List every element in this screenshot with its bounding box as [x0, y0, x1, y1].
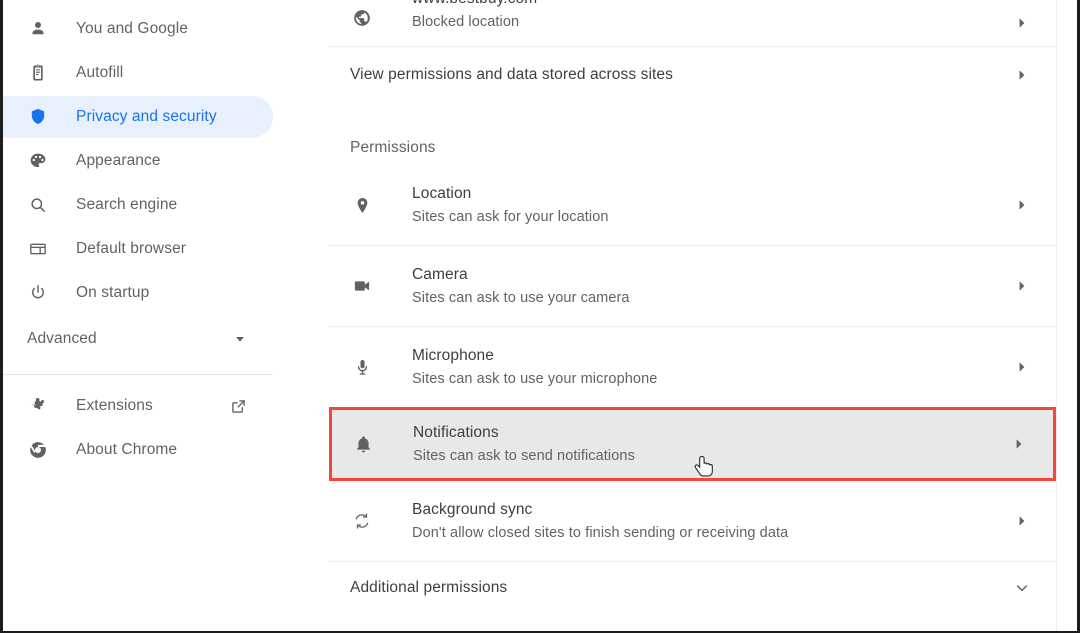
sidebar-item-you-and-google[interactable]: You and Google [3, 8, 273, 50]
external-link-icon[interactable] [230, 398, 247, 415]
settings-sidebar: You and Google Autofill Privacy and secu… [3, 0, 325, 631]
chevron-right-icon[interactable] [1016, 69, 1028, 81]
person-icon [27, 18, 49, 40]
sidebar-item-label: Extensions [76, 397, 153, 414]
permission-title: Notifications [413, 424, 499, 441]
permission-title: Location [412, 185, 472, 202]
location-pin-icon [350, 196, 374, 215]
permission-subtitle: Sites can ask to use your camera [412, 290, 630, 306]
clipboard-icon [27, 62, 49, 84]
chrome-logo-icon [27, 439, 49, 461]
permission-text: Background sync Don't allow closed sites… [412, 499, 1034, 543]
permission-subtitle: Sites can ask for your location [412, 209, 609, 225]
permission-subtitle: Sites can ask to use your microphone [412, 371, 658, 387]
chrome-settings-window: You and Google Autofill Privacy and secu… [0, 0, 1080, 633]
chevron-down-icon[interactable] [1014, 580, 1030, 596]
permission-title: Background sync [412, 501, 533, 518]
sidebar-item-label: Privacy and security [76, 108, 217, 125]
chevron-right-icon[interactable] [1016, 17, 1028, 29]
sidebar-item-about-chrome[interactable]: About Chrome [3, 429, 273, 471]
chevron-right-icon[interactable] [1013, 438, 1025, 450]
sidebar-item-label: About Chrome [76, 441, 178, 458]
permission-row-notifications[interactable]: Notifications Sites can ask to send noti… [329, 407, 1056, 481]
site-exception-subtitle: Blocked location [412, 14, 520, 30]
bell-icon [351, 435, 375, 454]
sidebar-item-appearance[interactable]: Appearance [3, 140, 273, 182]
privacy-and-security-panel: www.bestbuy.com Blocked location View pe… [328, 0, 1057, 631]
sidebar-item-label: You and Google [76, 20, 189, 37]
permission-text: Microphone Sites can ask to use your mic… [412, 345, 1034, 389]
chevron-right-icon[interactable] [1016, 515, 1028, 527]
permission-subtitle: Don't allow closed sites to finish sendi… [412, 525, 789, 541]
sidebar-item-label: Appearance [76, 152, 161, 169]
sidebar-item-advanced[interactable]: Advanced [3, 318, 273, 360]
view-permissions-row[interactable]: View permissions and data stored across … [328, 47, 1056, 103]
chevron-right-icon[interactable] [1016, 361, 1028, 373]
sidebar-item-search-engine[interactable]: Search engine [3, 184, 273, 226]
sidebar-item-default-browser[interactable]: Default browser [3, 228, 273, 270]
search-icon [27, 194, 49, 216]
site-exception-text: www.bestbuy.com Blocked location [412, 0, 1034, 32]
sidebar-advanced-label: Advanced [27, 330, 97, 347]
permission-row-camera[interactable]: Camera Sites can ask to use your camera [328, 246, 1056, 326]
chevron-right-icon[interactable] [1016, 199, 1028, 211]
permission-subtitle: Sites can ask to send notifications [413, 448, 635, 464]
site-exception-row[interactable]: www.bestbuy.com Blocked location [328, 0, 1056, 46]
sidebar-item-label: Default browser [76, 240, 187, 257]
sidebar-item-autofill[interactable]: Autofill [3, 52, 273, 94]
sidebar-item-on-startup[interactable]: On startup [3, 272, 273, 314]
palette-icon [27, 150, 49, 172]
permission-title: Microphone [412, 347, 494, 364]
sidebar-item-label: Autofill [76, 64, 124, 81]
permission-row-microphone[interactable]: Microphone Sites can ask to use your mic… [328, 327, 1056, 407]
globe-icon [350, 8, 374, 28]
permission-title: Camera [412, 266, 468, 283]
permission-row-location[interactable]: Location Sites can ask for your location [328, 165, 1056, 245]
permission-text: Notifications Sites can ask to send noti… [413, 422, 1034, 466]
site-exception-title: www.bestbuy.com [412, 0, 1034, 9]
additional-permissions-label: Additional permissions [350, 579, 508, 596]
sidebar-divider [3, 374, 273, 375]
permission-row-background-sync[interactable]: Background sync Don't allow closed sites… [328, 481, 1056, 561]
additional-permissions-row[interactable]: Additional permissions [328, 562, 1056, 614]
sidebar-item-label: Search engine [76, 196, 178, 213]
view-permissions-label: View permissions and data stored across … [350, 66, 673, 83]
video-camera-icon [350, 276, 374, 296]
browser-window-icon [27, 238, 49, 260]
chevron-right-icon[interactable] [1016, 280, 1028, 292]
permission-text: Location Sites can ask for your location [412, 183, 1034, 227]
sidebar-item-extensions[interactable]: Extensions [3, 385, 273, 427]
sidebar-item-privacy-and-security[interactable]: Privacy and security [3, 96, 273, 138]
permission-text: Camera Sites can ask to use your camera [412, 264, 1034, 308]
chevron-down-icon [233, 332, 247, 346]
shield-icon [27, 106, 49, 128]
sidebar-item-label: On startup [76, 284, 150, 301]
puzzle-icon [27, 395, 49, 417]
power-icon [27, 282, 49, 304]
sync-icon [350, 511, 374, 531]
permissions-section-heading: Permissions [350, 139, 436, 156]
microphone-icon [350, 358, 374, 377]
